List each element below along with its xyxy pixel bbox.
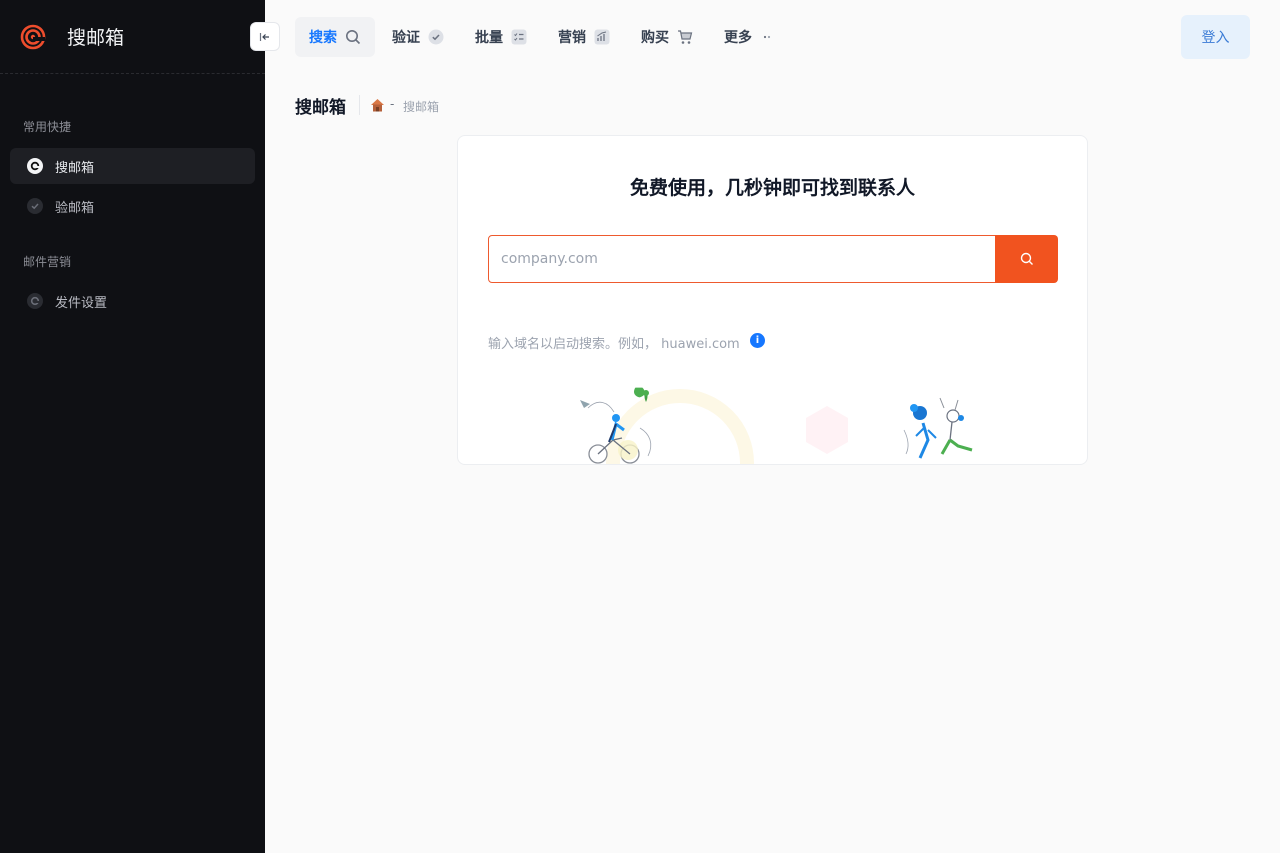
send-settings-icon (27, 293, 43, 309)
nav-tab-marketing[interactable]: 营销 (544, 17, 624, 57)
cart-icon (677, 29, 693, 45)
nav-tab-label: 营销 (558, 30, 586, 46)
collapse-sidebar-button[interactable] (250, 22, 280, 51)
illustration (580, 387, 973, 464)
nav-tab-verify[interactable]: 验证 (378, 17, 458, 57)
sidebar-item-send-settings[interactable]: 发件设置 (10, 283, 255, 319)
top-nav: 搜索 验证 批量 营销 购买 更多 (295, 17, 793, 57)
search-email-icon (27, 158, 43, 174)
section-title-shortcuts: 常用快捷 (23, 120, 72, 134)
search-icon (1020, 252, 1033, 265)
nav-tab-label: 验证 (392, 30, 420, 46)
app-name: 搜邮箱 (67, 27, 125, 49)
breadcrumb-separator: - (390, 97, 395, 111)
nav-tab-search[interactable]: 搜索 (295, 17, 375, 57)
sidebar: 搜邮箱 常用快捷 搜邮箱 验邮箱 邮件营销 发件设置 (0, 0, 265, 853)
title-divider (359, 95, 360, 115)
chart-icon (594, 29, 610, 45)
sidebar-item-verify-email[interactable]: 验邮箱 (10, 188, 255, 224)
search-button[interactable] (995, 235, 1058, 283)
sidebar-item-label: 验邮箱 (55, 200, 95, 216)
sidebar-item-label: 发件设置 (55, 295, 108, 311)
check-icon (27, 198, 43, 214)
info-icon[interactable]: i (750, 333, 765, 348)
logo-icon (20, 24, 46, 49)
nav-tab-label: 搜索 (309, 30, 337, 46)
nav-tab-label: 更多 (724, 30, 752, 46)
sidebar-item-label: 搜邮箱 (55, 160, 95, 176)
domain-search-input[interactable] (488, 235, 996, 283)
breadcrumb-current: 搜邮箱 (403, 100, 440, 114)
more-icon (760, 29, 776, 45)
page-title: 搜邮箱 (295, 98, 346, 118)
nav-tab-label: 购买 (641, 30, 669, 46)
search-card: 免费使用，几秒钟即可找到联系人 输入域名以启动搜索。例如， huawei.com… (457, 135, 1088, 465)
list-icon (511, 29, 527, 45)
collapse-arrow-icon (259, 32, 269, 41)
home-icon[interactable] (370, 98, 385, 112)
sidebar-item-search-email[interactable]: 搜邮箱 (10, 148, 255, 184)
card-headline: 免费使用，几秒钟即可找到联系人 (629, 177, 915, 199)
nav-tab-buy[interactable]: 购买 (627, 17, 707, 57)
check-circle-icon (428, 29, 444, 45)
running-figures (903, 397, 973, 459)
login-button[interactable]: 登入 (1181, 15, 1250, 59)
sidebar-header: 搜邮箱 (0, 0, 265, 74)
search-icon (345, 29, 361, 45)
section-title-email-marketing: 邮件营销 (23, 255, 72, 269)
nav-tab-more[interactable]: 更多 (710, 17, 790, 57)
search-hint: 输入域名以启动搜索。例如， huawei.com (488, 337, 740, 352)
nav-tab-label: 批量 (475, 30, 503, 46)
nav-tab-batch[interactable]: 批量 (461, 17, 541, 57)
